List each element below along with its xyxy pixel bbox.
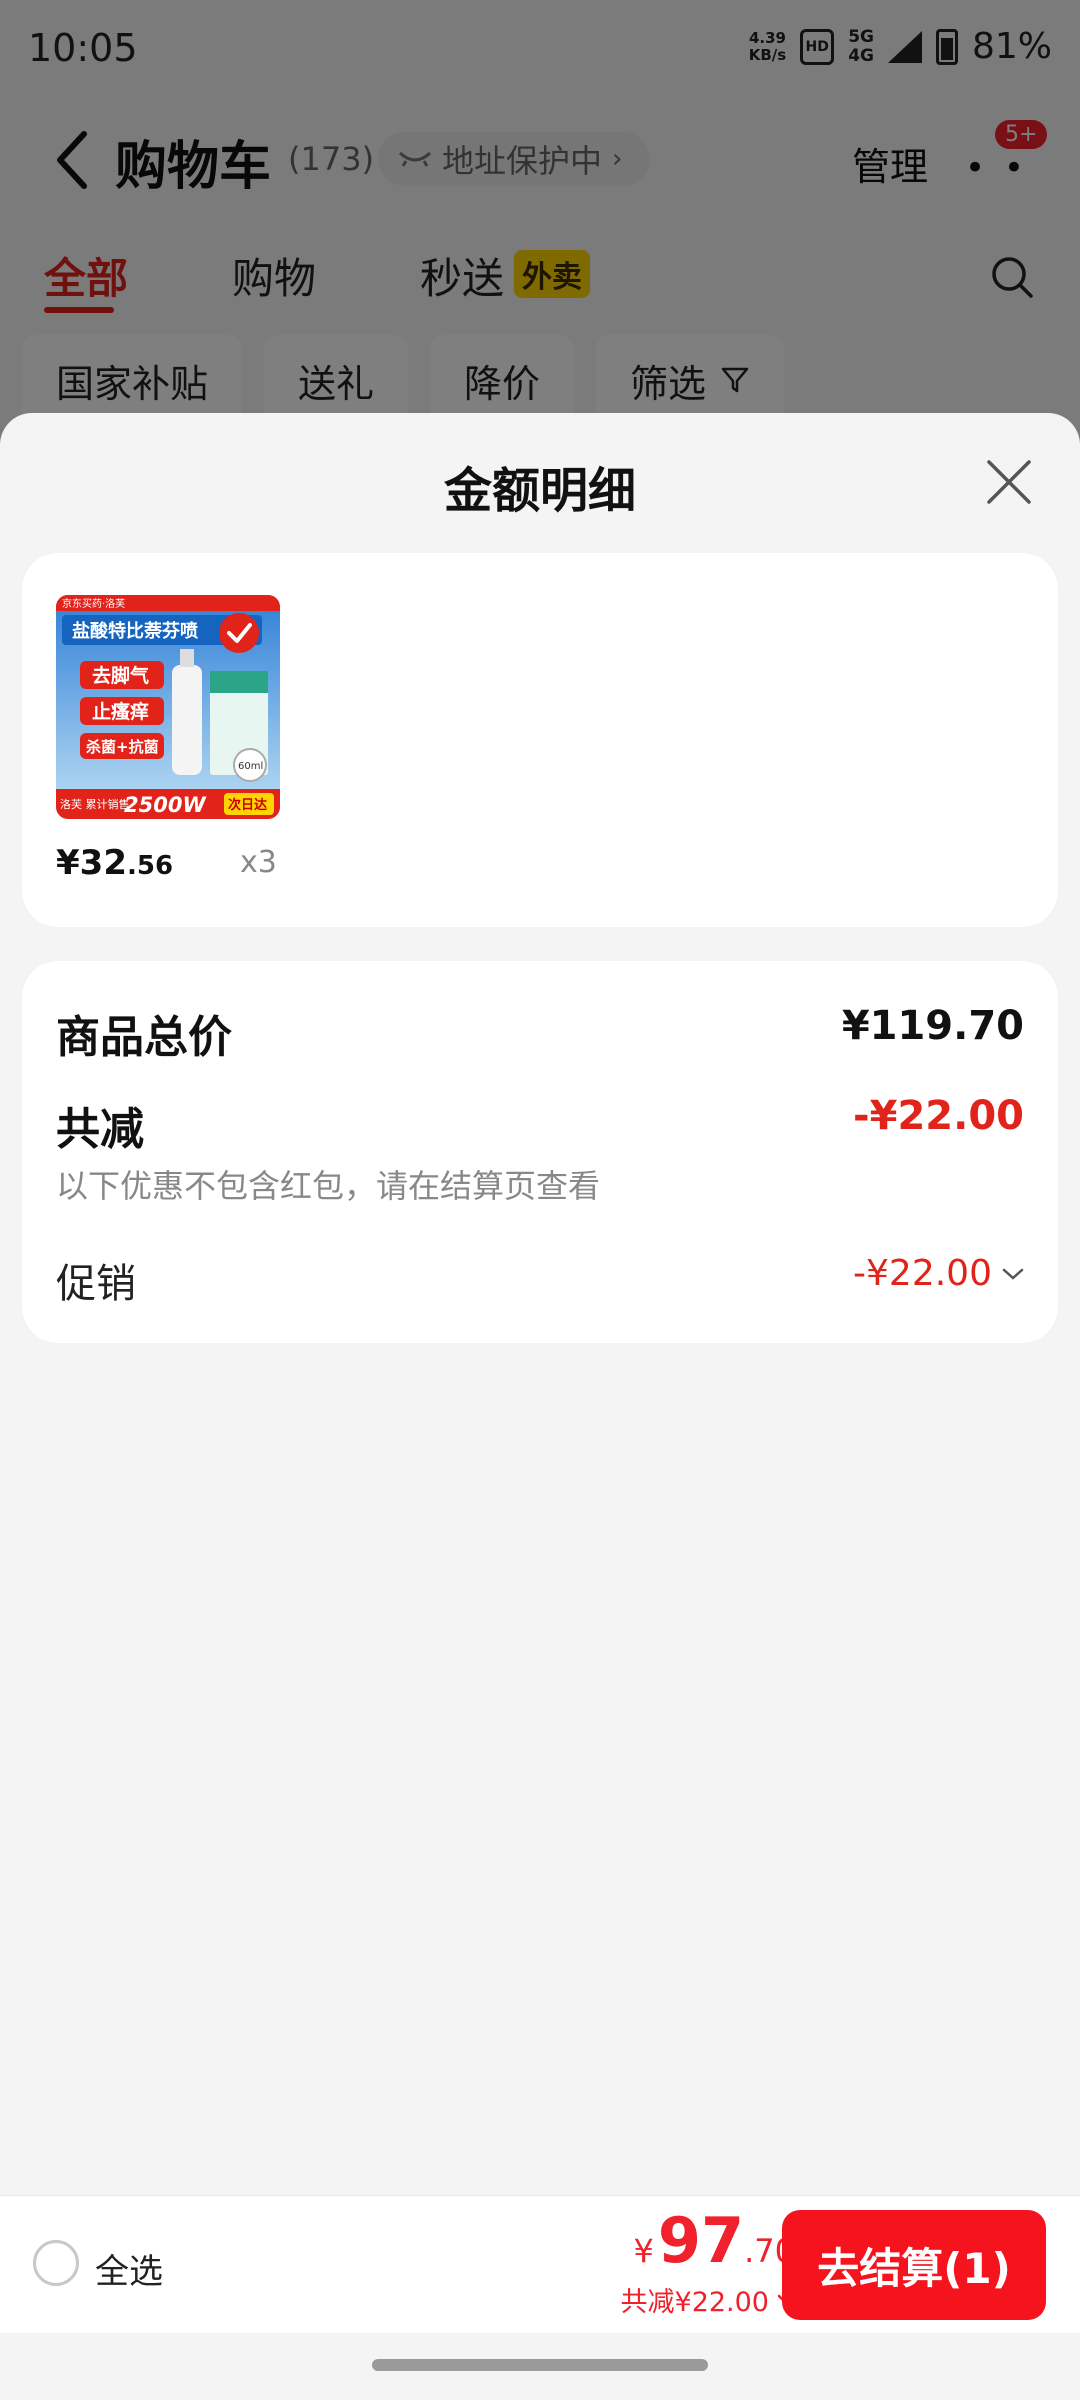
img-benefit-1: 去脚气 [92, 664, 149, 687]
total-price-value: ¥119.70 [841, 1003, 1024, 1049]
img-benefit-3: 杀菌+抗菌 [86, 738, 159, 756]
discount-detail-toggle[interactable]: 共减¥22.00 [621, 2280, 795, 2319]
img-sales-label: 洛芙 累计销售 [60, 797, 130, 811]
img-brand: 京东买药·洛芙 [62, 597, 125, 610]
total-amount: ¥ 97 .70 [633, 2204, 795, 2277]
promotion-value: -¥22.00 [853, 1253, 992, 1294]
img-volume: 60ml [238, 761, 263, 772]
img-product-name: 盐酸特比萘芬喷 [72, 620, 198, 642]
product-price: ¥32.56 [56, 843, 174, 883]
select-all-radio[interactable] [33, 2240, 79, 2286]
chevron-down-icon [1002, 1268, 1024, 1280]
img-next-day-tag: 次日达 [228, 797, 267, 813]
select-all-label[interactable]: 全选 [95, 2244, 163, 2293]
sheet-title: 金额明细 [443, 463, 636, 519]
amount-summary-card: 商品总价 ¥119.70 共减 -¥22.00 以下优惠不包含红包，请在结算页查… [22, 961, 1058, 1343]
amount-detail-sheet: 金额明细 京东买药·洛芙 盐酸特比萘芬喷 去脚气 止瘙痒 杀菌+抗菌 60ml … [0, 413, 1080, 2400]
promotion-value-toggle[interactable]: -¥22.00 [853, 1253, 1024, 1294]
img-sales-number: 2500W [124, 793, 206, 817]
img-benefit-2: 止瘙痒 [92, 700, 149, 723]
discount-value: -¥22.00 [853, 1093, 1024, 1139]
total-price-label: 商品总价 [56, 1012, 232, 1063]
checkout-bar: 全选 ¥ 97 .70 共减¥22.00 去结算(1) [0, 2195, 1080, 2333]
product-list-card: 京东买药·洛芙 盐酸特比萘芬喷 去脚气 止瘙痒 杀菌+抗菌 60ml 洛芙 累计… [22, 553, 1058, 927]
product-thumbnail-graphic: 京东买药·洛芙 盐酸特比萘芬喷 去脚气 止瘙痒 杀菌+抗菌 60ml 洛芙 累计… [56, 595, 280, 819]
checkout-button[interactable]: 去结算(1) [782, 2210, 1046, 2320]
product-image[interactable]: 京东买药·洛芙 盐酸特比萘芬喷 去脚气 止瘙痒 杀菌+抗菌 60ml 洛芙 累计… [56, 595, 280, 819]
close-icon[interactable] [985, 458, 1033, 506]
product-quantity: x3 [240, 845, 277, 880]
discount-note: 以下优惠不包含红包，请在结算页查看 [56, 1167, 601, 1205]
promotion-label: 促销 [56, 1261, 136, 1307]
discount-label: 共减 [56, 1104, 144, 1155]
checkout-total: ¥ 97 .70 共减¥22.00 [621, 2206, 795, 2319]
bottom-discount: 共减¥22.00 [620, 2287, 769, 2318]
home-indicator[interactable] [372, 2359, 708, 2371]
